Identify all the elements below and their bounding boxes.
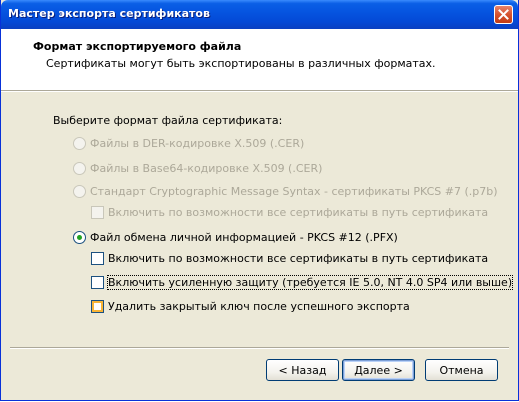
- pkcs7-include-checkbox[interactable]: [91, 206, 104, 219]
- strong-protection-label: Включить усиленную защиту (требуется IE …: [106, 275, 514, 290]
- format-section-label: Выберите формат файла сертификата:: [53, 114, 283, 127]
- pkcs7-include-label: Включить по возможности все сертификаты …: [108, 206, 489, 219]
- option-pkcs7[interactable]: Стандарт Cryptographic Message Syntax - …: [73, 185, 498, 198]
- pkcs7-radio[interactable]: [73, 185, 86, 198]
- option-der[interactable]: Файлы в DER-кодировке X.509 (.CER): [73, 137, 304, 150]
- pfx-radio[interactable]: [73, 231, 86, 244]
- title-bar[interactable]: Мастер экспорта сертификатов: [1, 0, 518, 29]
- option-pfx-strong-protection[interactable]: Включить усиленную защиту (требуется IE …: [91, 275, 514, 290]
- base64-radio[interactable]: [73, 162, 86, 175]
- back-button[interactable]: < Назад: [266, 359, 339, 381]
- delete-key-label: Удалить закрытый ключ после успешного эк…: [108, 300, 410, 313]
- close-icon: [498, 9, 509, 20]
- close-button[interactable]: [494, 5, 513, 24]
- export-wizard-window: Мастер экспорта сертификатов Формат эксп…: [0, 0, 519, 401]
- pfx-include-label: Включить по возможности все сертификаты …: [108, 252, 489, 265]
- der-radio[interactable]: [73, 137, 86, 150]
- strong-protection-checkbox[interactable]: [91, 276, 104, 289]
- der-label: Файлы в DER-кодировке X.509 (.CER): [90, 137, 305, 150]
- cancel-button[interactable]: Отмена: [425, 359, 498, 381]
- page-description: Сертификаты могут быть экспортированы в …: [46, 57, 436, 70]
- pfx-include-checkbox[interactable]: [91, 252, 104, 265]
- option-pfx-delete-key[interactable]: Удалить закрытый ключ после успешного эк…: [91, 300, 410, 313]
- header-divider-highlight: [1, 91, 518, 92]
- base64-label: Файлы в Base64-кодировке X.509 (.CER): [90, 162, 323, 175]
- option-pfx-include-all[interactable]: Включить по возможности все сертификаты …: [91, 252, 488, 265]
- delete-key-checkbox[interactable]: [91, 300, 104, 313]
- window-title: Мастер экспорта сертификатов: [8, 7, 210, 20]
- pkcs7-label: Стандарт Cryptographic Message Syntax - …: [90, 185, 498, 198]
- footer-divider-highlight: [10, 348, 509, 349]
- next-button[interactable]: Далее >: [342, 359, 415, 381]
- pfx-label: Файл обмена личной информацией - PKCS #1…: [90, 231, 398, 244]
- option-pkcs7-include-all[interactable]: Включить по возможности все сертификаты …: [91, 206, 488, 219]
- option-base64[interactable]: Файлы в Base64-кодировке X.509 (.CER): [73, 162, 322, 175]
- option-pfx[interactable]: Файл обмена личной информацией - PKCS #1…: [73, 231, 398, 244]
- page-title: Формат экспортируемого файла: [33, 40, 242, 53]
